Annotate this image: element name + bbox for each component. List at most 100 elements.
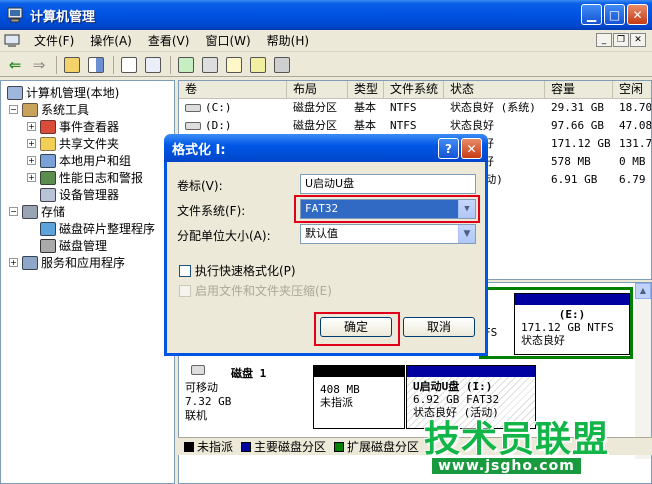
collapse-toggle[interactable]: −: [9, 207, 18, 216]
storage-icon: [22, 204, 38, 219]
chevron-down-icon[interactable]: ▼: [458, 225, 475, 243]
menu-file[interactable]: 文件(F): [26, 32, 82, 49]
search-icon: [250, 56, 266, 73]
tree-label: 性能日志和警报: [59, 171, 144, 185]
search-button[interactable]: [247, 55, 269, 75]
scroll-up-icon[interactable]: ▲: [635, 283, 651, 299]
refresh-button[interactable]: [175, 55, 197, 75]
column-header-layout[interactable]: 布局: [287, 81, 348, 98]
filesystem-caption: 文件系统(F):: [177, 204, 246, 218]
volume-label-caption: 卷标(V):: [177, 179, 223, 193]
close-button[interactable]: ✕: [627, 4, 648, 25]
new-icon: [226, 56, 242, 73]
forward-button[interactable]: ⇒: [28, 55, 50, 75]
mmc-document-icon[interactable]: [4, 34, 20, 48]
checkbox-box[interactable]: [179, 264, 191, 277]
volume-list-header: 卷 布局 类型 文件系统 状态 容量 空闲: [179, 81, 651, 99]
forward-arrow-icon: ⇒: [32, 55, 46, 74]
disk-settings-icon: [274, 56, 290, 73]
unallocated-bar: [314, 366, 404, 377]
properties-button[interactable]: [118, 55, 140, 75]
back-button[interactable]: ⇐: [4, 55, 26, 75]
tree-item-local-users[interactable]: + 本地用户和组: [27, 152, 131, 169]
tree-item-performance-logs[interactable]: + 性能日志和警报: [27, 169, 143, 186]
properties-icon: [121, 56, 137, 73]
legend-unallocated: 未指派: [184, 438, 233, 455]
tree-label: 计算机管理(本地): [26, 86, 120, 100]
new-button[interactable]: [223, 55, 245, 75]
column-header-status[interactable]: 状态: [444, 81, 545, 98]
users-icon: [40, 153, 56, 168]
window-title: 计算机管理: [30, 9, 96, 25]
expand-toggle[interactable]: +: [27, 122, 36, 131]
shared-folder-icon: [40, 136, 56, 151]
expand-toggle[interactable]: +: [27, 139, 36, 148]
mdi-minimize-button[interactable]: _: [596, 33, 612, 47]
tree-label: 系统工具: [41, 103, 90, 117]
help-icon: [145, 56, 161, 73]
help-button[interactable]: [142, 55, 164, 75]
toolbar: ⇐ ⇒: [0, 53, 652, 77]
dialog-help-button[interactable]: ?: [438, 138, 459, 159]
column-header-free[interactable]: 空闲: [613, 81, 651, 98]
collapse-toggle[interactable]: −: [9, 105, 18, 114]
tree-item-system-tools[interactable]: − 系统工具: [9, 101, 89, 118]
expand-toggle[interactable]: +: [27, 173, 36, 182]
tree-item-storage[interactable]: − 存储: [9, 203, 65, 220]
window-title-bar[interactable]: 计算机管理 ▁ □ ✕: [0, 0, 652, 30]
column-header-capacity[interactable]: 容量: [545, 81, 613, 98]
cancel-button[interactable]: 取消: [403, 317, 475, 337]
format-dialog: 格式化 I: ? ✕ 卷标(V): U启动U盘 文件系统(F): FAT32 ▼…: [164, 134, 488, 356]
primary-partition-bar: [407, 366, 535, 377]
checkbox-box: [179, 284, 191, 297]
show-tree-button[interactable]: [85, 55, 107, 75]
tree-item-disk-defragmenter[interactable]: 磁盘碎片整理程序: [40, 220, 155, 237]
menu-action[interactable]: 操作(A): [82, 32, 140, 49]
up-level-button[interactable]: [61, 55, 83, 75]
table-row[interactable]: (D:) 磁盘分区 基本 NTFS 状态良好 97.66 GB 47.08: [179, 117, 651, 135]
extended-partition-block[interactable]: (E:) 171.12 GB NTFS 状态良好 FS: [479, 287, 633, 359]
legend-extended: 扩展磁盘分区: [334, 438, 419, 455]
disk-settings-button[interactable]: [271, 55, 293, 75]
tree-item-device-manager[interactable]: 设备管理器: [40, 186, 119, 203]
volume-label-input[interactable]: U启动U盘: [300, 174, 476, 194]
mdi-close-button[interactable]: ✕: [630, 33, 646, 47]
expand-toggle[interactable]: +: [27, 156, 36, 165]
back-arrow-icon: ⇐: [8, 55, 22, 74]
volume-block-e[interactable]: (E:) 171.12 GB NTFS 状态良好: [514, 293, 630, 355]
tree-item-computer-management[interactable]: 计算机管理(本地): [7, 84, 119, 101]
tools-icon: [22, 102, 38, 117]
export-button[interactable]: [199, 55, 221, 75]
volume-icon: [185, 122, 201, 130]
tree-item-services-apps[interactable]: + 服务和应用程序: [9, 254, 125, 271]
mdi-restore-button[interactable]: ❐: [613, 33, 629, 47]
volume-icon: [185, 104, 201, 112]
menu-view[interactable]: 查看(V): [140, 32, 198, 49]
tree-item-disk-management[interactable]: 磁盘管理: [40, 237, 108, 254]
disk-management-icon: [40, 238, 56, 253]
quick-format-checkbox[interactable]: 执行快速格式化(P): [179, 262, 296, 279]
column-header-filesystem[interactable]: 文件系统: [384, 81, 444, 98]
minimize-button[interactable]: ▁: [581, 4, 602, 25]
column-header-type[interactable]: 类型: [348, 81, 384, 98]
compression-checkbox: 启用文件和文件夹压缩(E): [179, 282, 332, 299]
allocation-size-select[interactable]: 默认值 ▼: [300, 224, 476, 244]
up-folder-icon: [64, 56, 80, 73]
tree-item-shared-folders[interactable]: + 共享文件夹: [27, 135, 119, 152]
legend-primary: 主要磁盘分区: [241, 438, 326, 455]
help-question-icon: ?: [445, 141, 452, 156]
table-row[interactable]: (C:) 磁盘分区 基本 NTFS 状态良好 (系统) 29.31 GB 18.…: [179, 99, 651, 117]
close-icon: ✕: [466, 141, 477, 156]
maximize-button[interactable]: □: [604, 4, 625, 25]
unallocated-block[interactable]: 408 MB 未指派: [313, 365, 405, 429]
menu-help[interactable]: 帮助(H): [259, 32, 317, 49]
allocation-size-value: 默认值: [305, 227, 338, 240]
close-icon: ✕: [632, 7, 643, 22]
tree-label: 本地用户和组: [59, 154, 132, 168]
tree-item-event-viewer[interactable]: + 事件查看器: [27, 118, 119, 135]
expand-toggle[interactable]: +: [9, 258, 18, 267]
dialog-close-button[interactable]: ✕: [461, 138, 482, 159]
maximize-icon: □: [608, 7, 621, 22]
column-header-volume[interactable]: 卷: [179, 81, 287, 98]
menu-window[interactable]: 窗口(W): [197, 32, 258, 49]
